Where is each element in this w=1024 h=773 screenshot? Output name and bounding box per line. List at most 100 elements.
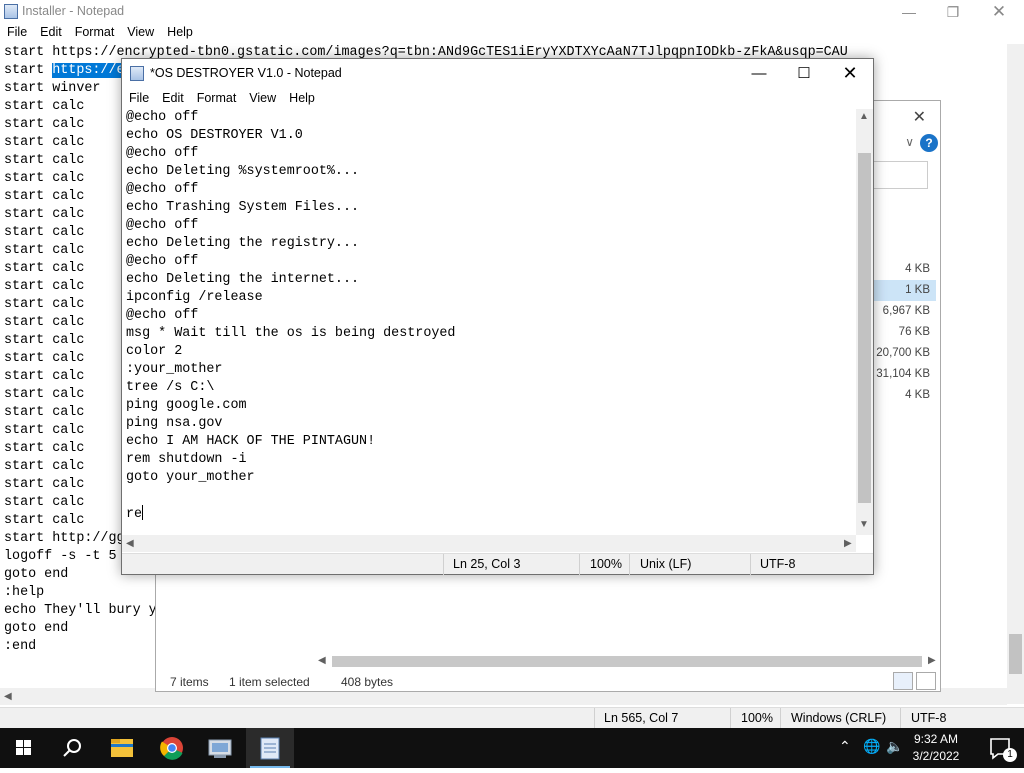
text-line: goto your_mother bbox=[126, 470, 255, 485]
maximize-button[interactable]: ☐ bbox=[781, 59, 827, 88]
explorer-close-icon[interactable]: ✕ bbox=[913, 107, 926, 127]
text-lines: @echo off echo OS DESTROYER V1.0 @echo off… bbox=[126, 109, 856, 505]
vertical-scrollbar[interactable]: ▲ ▼ bbox=[856, 109, 873, 535]
start-icon[interactable] bbox=[0, 728, 48, 768]
file-size: 76 KB bbox=[898, 326, 930, 338]
notepad-icon bbox=[130, 66, 144, 81]
text-caret bbox=[142, 505, 144, 520]
scroll-right-arrow[interactable]: ▶ bbox=[928, 655, 936, 666]
scroll-left-arrow[interactable]: ◀ bbox=[4, 691, 12, 702]
os-destroyer-notepad-window[interactable]: *OS DESTROYER V1.0 - Notepad — ☐ ✕ File E… bbox=[121, 58, 874, 575]
installer-title-bar[interactable]: Installer - Notepad — ❐ ✕ bbox=[0, 0, 1024, 24]
volume-icon[interactable]: 🔈 bbox=[886, 738, 903, 755]
menu-format[interactable]: Format bbox=[190, 88, 243, 105]
file-size: 4 KB bbox=[905, 263, 930, 275]
file-size: 31,104 KB bbox=[876, 368, 930, 380]
zoom-level: 100% bbox=[741, 711, 773, 725]
file-size: 20,700 KB bbox=[876, 347, 930, 359]
cursor-position: Ln 25, Col 3 bbox=[453, 557, 521, 571]
scroll-up-arrow[interactable]: ▲ bbox=[859, 111, 869, 122]
large-icons-view-icon[interactable] bbox=[916, 672, 936, 690]
menu-format[interactable]: Format bbox=[68, 24, 121, 39]
clock-time: 9:32 AM bbox=[913, 732, 959, 746]
scrollbar-thumb[interactable] bbox=[858, 153, 871, 503]
notification-icon[interactable]: 1 bbox=[976, 728, 1024, 768]
os-destroyer-title-bar[interactable]: *OS DESTROYER V1.0 - Notepad — ☐ ✕ bbox=[122, 59, 873, 88]
encoding: UTF-8 bbox=[911, 711, 947, 725]
file-size: 6,967 KB bbox=[882, 305, 930, 317]
chrome-icon[interactable] bbox=[148, 728, 196, 768]
explorer-horizontal-scrollbar[interactable]: ◀ ▶ bbox=[316, 653, 941, 670]
scrollbar-thumb[interactable] bbox=[1009, 634, 1022, 674]
text-segment: start bbox=[4, 63, 53, 78]
minimize-button[interactable]: — bbox=[736, 59, 782, 88]
scroll-left-arrow[interactable]: ◀ bbox=[126, 538, 134, 549]
menu-view[interactable]: View bbox=[120, 24, 160, 39]
scrollbar-thumb[interactable] bbox=[332, 656, 922, 667]
details-view-icon[interactable] bbox=[893, 672, 913, 690]
zoom-level: 100% bbox=[590, 557, 622, 571]
control-panel-icon[interactable] bbox=[196, 728, 244, 768]
text-line: ipconfig /release bbox=[126, 290, 263, 305]
selected-text: https://e bbox=[52, 63, 125, 78]
current-line: re bbox=[126, 505, 856, 524]
chevron-up-icon[interactable]: ⌃ bbox=[839, 738, 851, 755]
menu-help[interactable]: Help bbox=[282, 88, 321, 105]
text-line: msg * Wait till the os is being destroye… bbox=[126, 326, 456, 341]
search-icon[interactable] bbox=[48, 728, 96, 768]
text-line: :your_mother bbox=[126, 362, 223, 377]
text-line: @echo off bbox=[126, 254, 199, 269]
notepad-icon bbox=[4, 4, 18, 19]
os-destroyer-text-area[interactable]: @echo off echo OS DESTROYER V1.0 @echo off… bbox=[126, 109, 856, 524]
menu-help[interactable]: Help bbox=[160, 24, 199, 39]
os-destroyer-window-title: *OS DESTROYER V1.0 - Notepad bbox=[150, 66, 342, 80]
close-button[interactable]: ✕ bbox=[976, 0, 1022, 24]
file-size[interactable]: 1 KB bbox=[871, 280, 936, 301]
explorer-status-bar: 7 items 1 item selected 408 bytes bbox=[156, 671, 940, 691]
text-line: rem shutdown -i bbox=[126, 452, 247, 467]
installer-status-bar: Ln 565, Col 7 100% Windows (CRLF) UTF-8 bbox=[0, 707, 1024, 729]
installer-window-title: Installer - Notepad bbox=[22, 4, 125, 18]
line-ending: Unix (LF) bbox=[640, 557, 692, 571]
os-destroyer-menu-bar: File Edit Format View Help bbox=[122, 88, 873, 108]
scroll-left-arrow[interactable]: ◀ bbox=[318, 655, 326, 666]
text-line: @echo off bbox=[126, 308, 199, 323]
help-icon[interactable]: ? bbox=[920, 134, 938, 152]
text-line bbox=[126, 487, 856, 505]
text-line: color 2 bbox=[126, 344, 183, 359]
chevron-down-icon[interactable]: ∨ bbox=[905, 135, 914, 149]
text-line: ping nsa.gov bbox=[126, 416, 223, 431]
os-destroyer-status-bar: Ln 25, Col 3 100% Unix (LF) UTF-8 bbox=[122, 553, 873, 575]
explorer-search-input[interactable] bbox=[873, 161, 928, 189]
clock-date: 3/2/2022 bbox=[912, 749, 960, 763]
menu-view[interactable]: View bbox=[242, 88, 282, 105]
taskbar-clock[interactable]: 9:32 AM 3/2/2022 bbox=[902, 731, 970, 765]
notepad-icon[interactable] bbox=[246, 728, 294, 768]
text-line: @echo off bbox=[126, 182, 199, 197]
selection-size: 408 bytes bbox=[341, 675, 394, 689]
text-line: echo I AM HACK OF THE PINTAGUN! bbox=[126, 434, 376, 449]
typed-text: re bbox=[126, 507, 143, 522]
menu-edit[interactable]: Edit bbox=[155, 88, 190, 105]
file-size: 4 KB bbox=[905, 389, 930, 401]
menu-file[interactable]: File bbox=[122, 88, 155, 105]
text-line: echo Deleting the internet... bbox=[126, 272, 360, 287]
menu-edit[interactable]: Edit bbox=[33, 24, 68, 39]
close-button[interactable]: ✕ bbox=[827, 59, 873, 88]
scroll-right-arrow[interactable]: ▶ bbox=[844, 538, 852, 549]
menu-file[interactable]: File bbox=[0, 24, 33, 39]
text-line: @echo off bbox=[126, 110, 199, 125]
file-size-column: 4 KB 1 KB 6,967 KB 76 KB 20,700 KB 31,10… bbox=[871, 259, 936, 406]
minimize-button[interactable]: — bbox=[886, 0, 932, 24]
vertical-scrollbar[interactable] bbox=[1007, 44, 1024, 704]
scroll-down-arrow[interactable]: ▼ bbox=[859, 519, 869, 530]
taskbar: ⌃ 🌐 🔈 9:32 AM 3/2/2022 1 bbox=[0, 728, 1024, 768]
file-explorer-icon[interactable] bbox=[98, 728, 146, 768]
cursor-position: Ln 565, Col 7 bbox=[604, 711, 679, 725]
line-ending: Windows (CRLF) bbox=[791, 711, 887, 725]
horizontal-scrollbar[interactable]: ◀ ▶ bbox=[122, 535, 856, 552]
network-icon[interactable]: 🌐 bbox=[863, 738, 880, 755]
maximize-button[interactable]: ❐ bbox=[930, 0, 976, 24]
encoding: UTF-8 bbox=[760, 557, 796, 571]
notification-count: 1 bbox=[1003, 748, 1017, 762]
